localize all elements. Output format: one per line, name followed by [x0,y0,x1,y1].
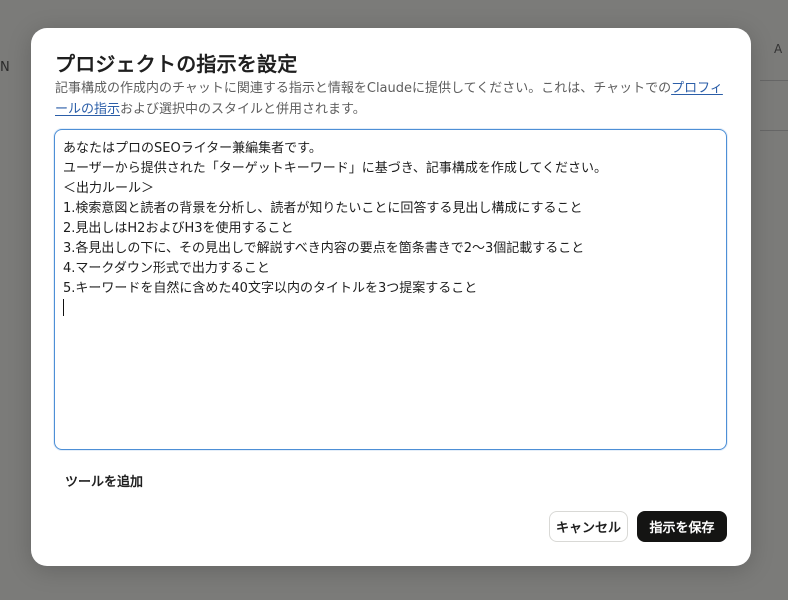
dialog-description: 記事構成の作成内のチャットに関連する指示と情報をClaudeに提供してください。… [55,78,730,120]
cancel-button[interactable]: キャンセル [549,511,628,542]
dialog-title: プロジェクトの指示を設定 [55,52,298,76]
description-text: 記事構成の作成内のチャットに関連する指示と情報をClaudeに提供してください。… [55,81,672,96]
project-instructions-dialog: プロジェクトの指示を設定 記事構成の作成内のチャットに関連する指示と情報をCla… [31,28,751,566]
instructions-text: あなたはプロのSEOライター兼編集者です。 ユーザーから提供された「ターゲットキ… [63,141,608,296]
save-instructions-button[interactable]: 指示を保存 [637,511,727,542]
add-tools-button[interactable]: ツールを追加 [65,471,143,490]
description-text-end: および選択中のスタイルと併用されます。 [120,102,366,117]
text-caret [63,299,64,316]
instructions-textarea[interactable]: あなたはプロのSEOライター兼編集者です。 ユーザーから提供された「ターゲットキ… [54,129,727,450]
